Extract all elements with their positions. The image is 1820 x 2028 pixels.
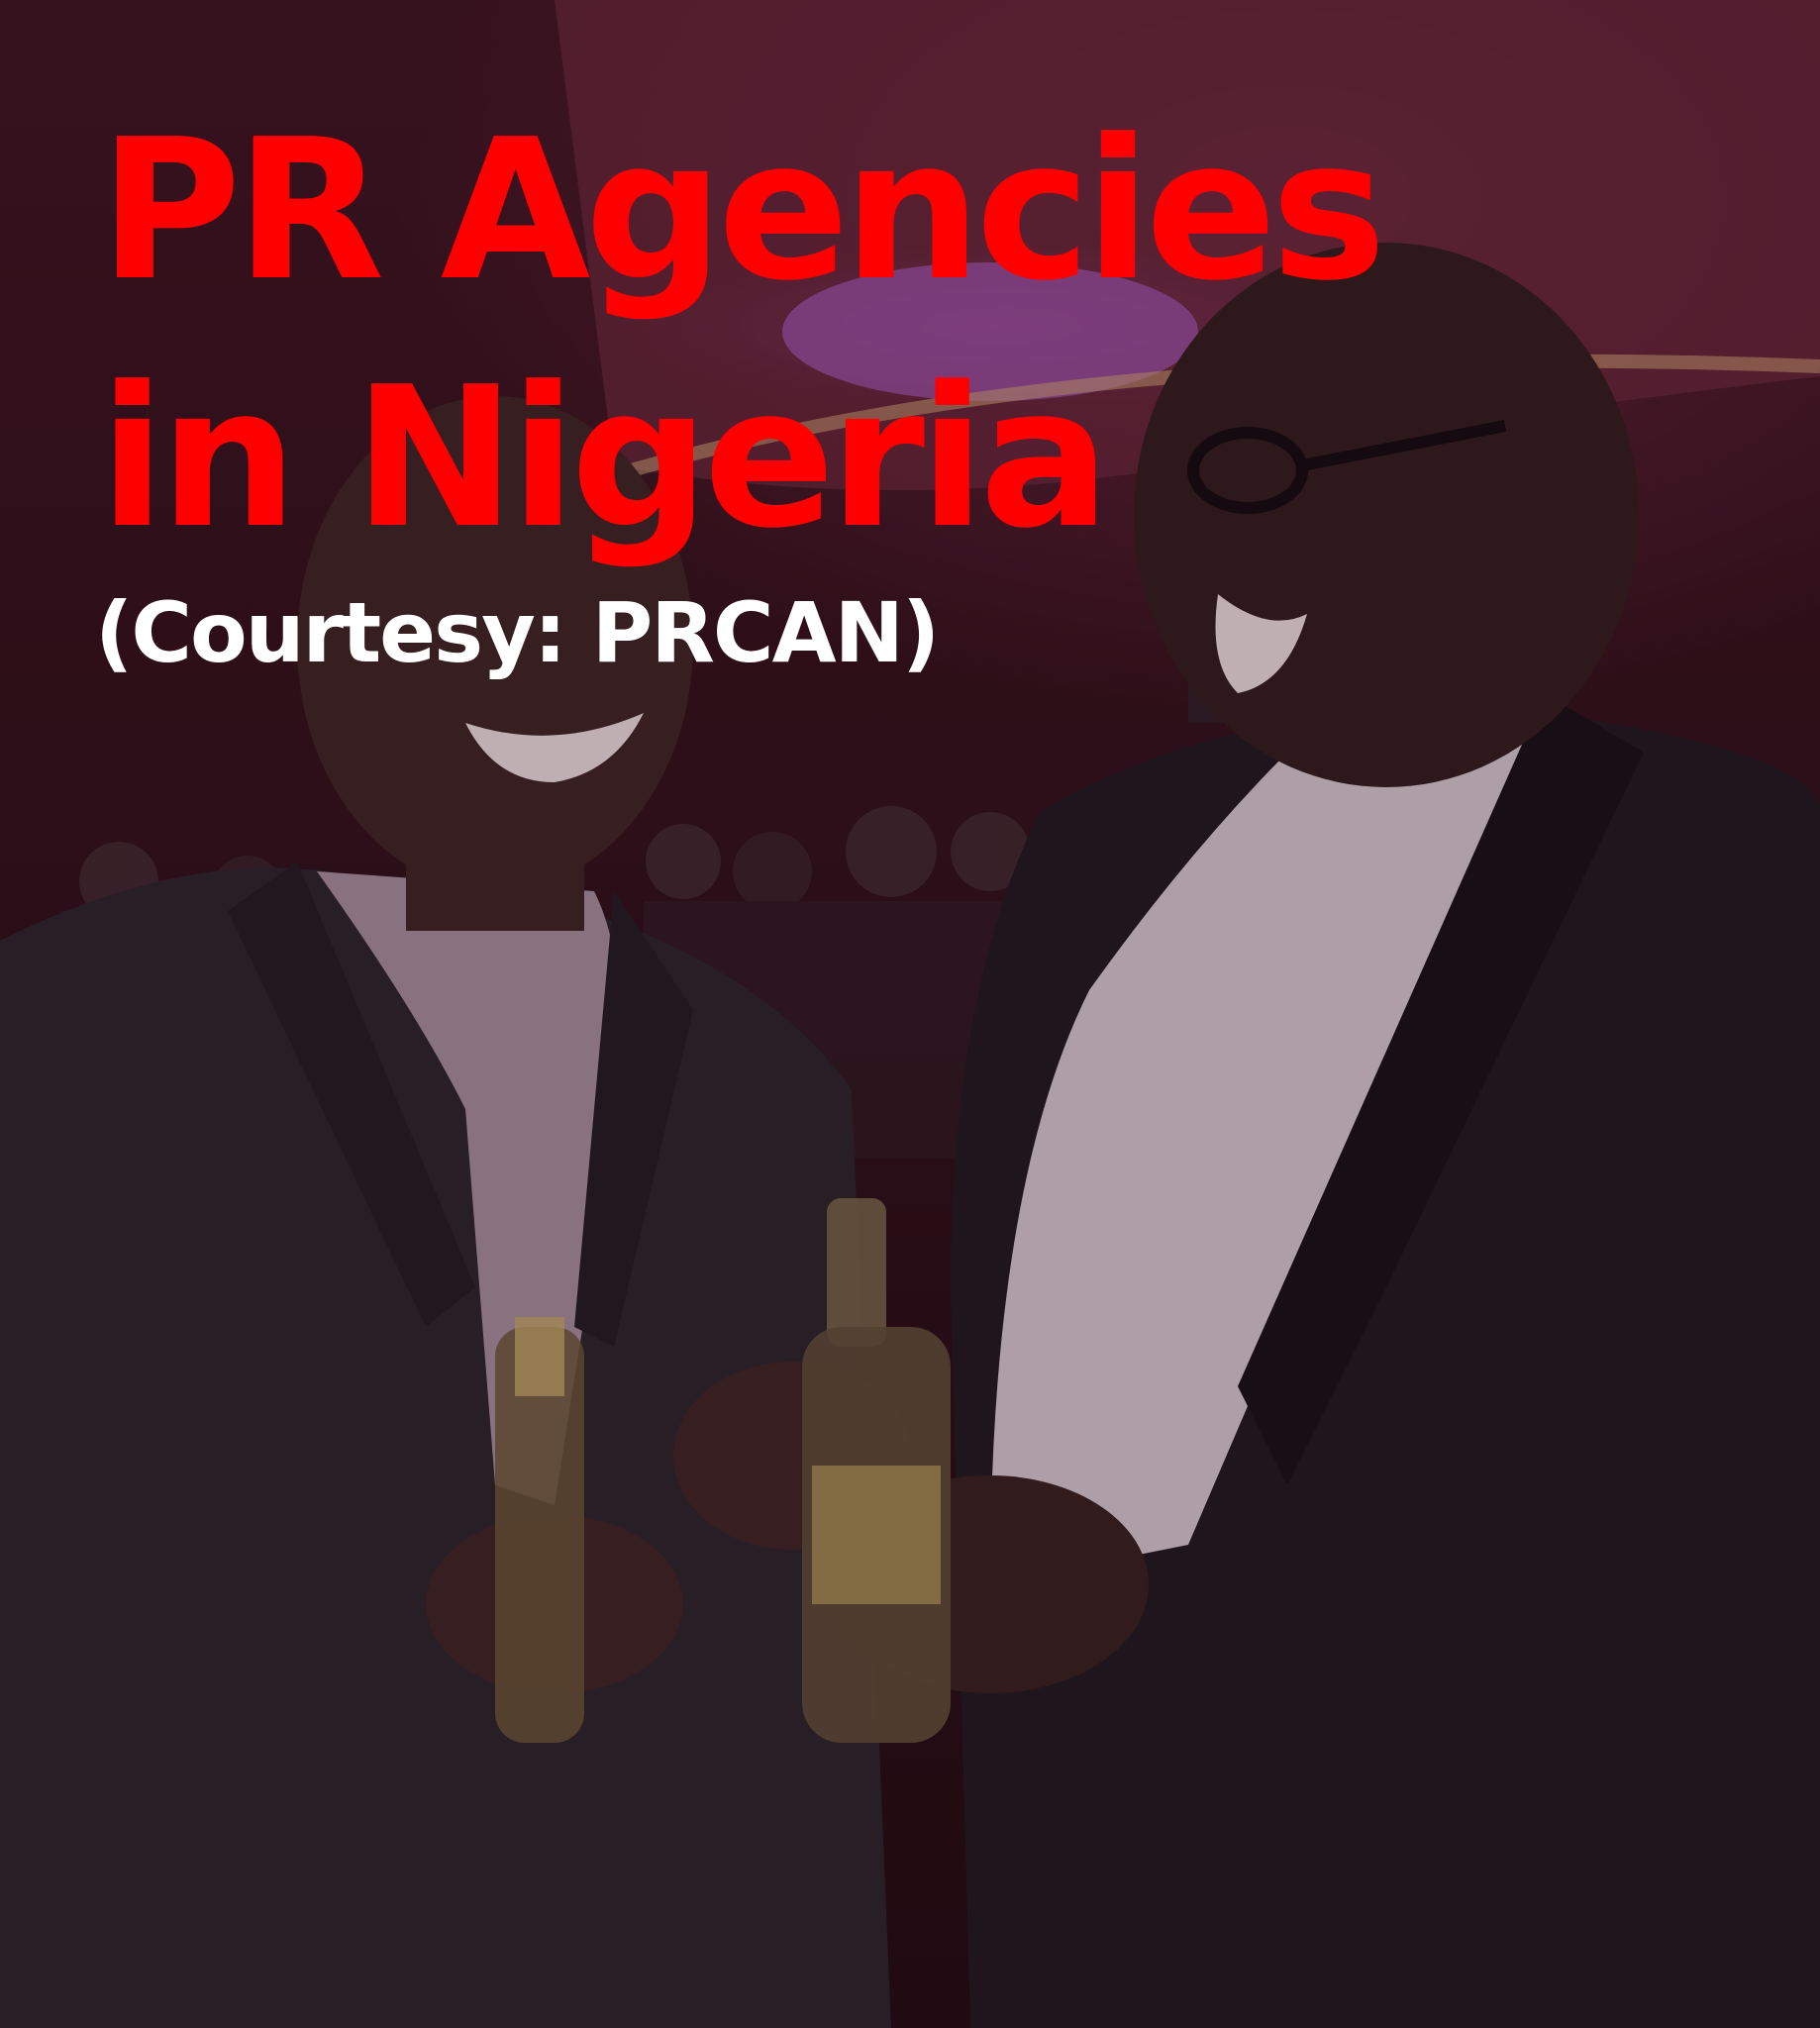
poster: PR Agencies in Nigeria (Courtesy: PRCAN) [0, 0, 1820, 2028]
courtesy-credit: (Courtesy: PRCAN) [95, 584, 940, 681]
page-title: PR Agencies in Nigeria [99, 87, 1386, 582]
title-line-1: PR Agencies [99, 98, 1386, 324]
title-line-2: in Nigeria [99, 346, 1111, 571]
